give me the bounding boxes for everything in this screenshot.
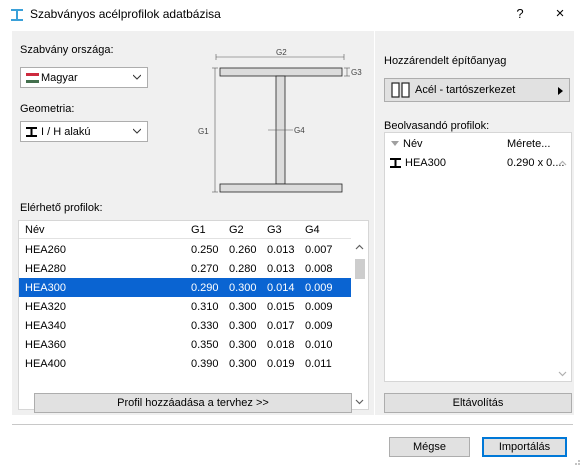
chevron-down-icon bbox=[133, 74, 141, 80]
menu-arrow-icon bbox=[558, 87, 563, 95]
scroll-up-icon[interactable] bbox=[558, 159, 567, 168]
scrollbar-thumb[interactable] bbox=[355, 259, 365, 279]
available-profiles-label: Elérhető profilok: bbox=[20, 202, 103, 214]
column-header-g2[interactable]: G2 bbox=[229, 224, 244, 236]
table-row[interactable]: HEA280 0.270 0.280 0.013 0.008 bbox=[19, 259, 351, 278]
table-row[interactable]: HEA260 0.250 0.260 0.013 0.007 bbox=[19, 240, 351, 259]
table-row[interactable]: HEA400 0.390 0.300 0.019 0.011 bbox=[19, 354, 351, 373]
cell-g3: 0.015 bbox=[267, 301, 295, 313]
column-header-g1[interactable]: G1 bbox=[191, 224, 206, 236]
steel-material-icon bbox=[391, 82, 410, 98]
title-bar: Szabványos acélprofilok adatbázisa ? × bbox=[0, 0, 583, 30]
cell-g1: 0.310 bbox=[191, 301, 219, 313]
diagram-label-g2: G2 bbox=[276, 48, 287, 57]
cancel-button[interactable]: Mégse bbox=[389, 437, 470, 457]
import-button[interactable]: Importálás bbox=[482, 437, 567, 457]
scroll-down-icon[interactable] bbox=[558, 369, 567, 378]
cell-name: HEA400 bbox=[25, 358, 66, 370]
cell-g4: 0.009 bbox=[305, 301, 333, 313]
i-beam-icon bbox=[390, 158, 401, 168]
cell-g1: 0.350 bbox=[191, 339, 219, 351]
i-beam-diagram: G2 G1 G3 G4 bbox=[198, 48, 362, 193]
cell-name: HEA320 bbox=[25, 301, 66, 313]
table-scrollbar[interactable] bbox=[351, 239, 368, 409]
cell-g3: 0.018 bbox=[267, 339, 295, 351]
table-row[interactable]: HEA340 0.330 0.300 0.017 0.009 bbox=[19, 316, 351, 335]
column-header-g3[interactable]: G3 bbox=[267, 224, 282, 236]
cell-g1: 0.270 bbox=[191, 263, 219, 275]
footer-divider bbox=[12, 424, 573, 425]
table-row[interactable]: HEA320 0.310 0.300 0.015 0.009 bbox=[19, 297, 351, 316]
standard-country-value: Magyar bbox=[41, 72, 78, 84]
material-value: Acél - tartószerkezet bbox=[415, 84, 516, 96]
cell-g1: 0.250 bbox=[191, 244, 219, 256]
load-column-name[interactable]: Név bbox=[403, 138, 423, 150]
scroll-down-icon[interactable] bbox=[355, 397, 364, 406]
resize-grip-icon[interactable] bbox=[571, 456, 581, 466]
cell-g1: 0.390 bbox=[191, 358, 219, 370]
geometry-select[interactable]: I / H alakú bbox=[20, 121, 148, 142]
cell-g2: 0.300 bbox=[229, 339, 257, 351]
diagram-label-g4: G4 bbox=[294, 126, 305, 135]
column-header-name[interactable]: Név bbox=[25, 224, 45, 236]
material-select-button[interactable]: Acél - tartószerkezet bbox=[384, 78, 570, 102]
profile-database-icon bbox=[11, 9, 23, 21]
i-beam-icon bbox=[26, 127, 37, 137]
cell-g2: 0.260 bbox=[229, 244, 257, 256]
standard-country-select[interactable]: Magyar bbox=[20, 67, 148, 88]
cell-g1: 0.330 bbox=[191, 320, 219, 332]
cell-g4: 0.010 bbox=[305, 339, 333, 351]
diagram-label-g1: G1 bbox=[198, 127, 209, 136]
cell-g4: 0.007 bbox=[305, 244, 333, 256]
hungarian-flag-icon bbox=[26, 73, 39, 83]
geometry-label: Geometria: bbox=[20, 103, 75, 115]
add-profile-button[interactable]: Profil hozzáadása a tervhez >> bbox=[34, 393, 352, 413]
help-button[interactable]: ? bbox=[510, 4, 530, 24]
cell-g4: 0.011 bbox=[305, 358, 332, 370]
cell-g3: 0.017 bbox=[267, 320, 295, 332]
scroll-up-icon[interactable] bbox=[355, 243, 364, 252]
cell-g2: 0.300 bbox=[229, 301, 257, 313]
geometry-value: I / H alakú bbox=[41, 126, 91, 138]
sort-down-icon bbox=[391, 141, 399, 146]
cell-name: HEA280 bbox=[25, 263, 66, 275]
remove-button[interactable]: Eltávolítás bbox=[384, 393, 572, 413]
cell-g4: 0.009 bbox=[305, 282, 333, 294]
cell-g2: 0.300 bbox=[229, 358, 257, 370]
cell-g3: 0.019 bbox=[267, 358, 295, 370]
load-profiles-label: Beolvasandó profilok: bbox=[384, 120, 490, 132]
standard-country-label: Szabvány országa: bbox=[20, 44, 114, 56]
cell-name: HEA340 bbox=[25, 320, 66, 332]
cell-g2: 0.300 bbox=[229, 282, 257, 294]
right-panel: Hozzárendelt építőanyag Acél - tartószer… bbox=[375, 31, 574, 415]
cell-g4: 0.009 bbox=[305, 320, 333, 332]
chevron-down-icon bbox=[133, 128, 141, 134]
assigned-material-label: Hozzárendelt építőanyag bbox=[384, 55, 507, 67]
cell-name: HEA260 bbox=[25, 244, 66, 256]
table-row-selected[interactable]: HEA300 0.290 0.300 0.014 0.009 bbox=[19, 278, 351, 297]
load-item-size: 0.290 x 0.... bbox=[507, 157, 565, 169]
available-profiles-table: Név G1 G2 G3 G4 HEA260 0.250 0.260 0.013… bbox=[18, 220, 369, 410]
cell-name: HEA360 bbox=[25, 339, 66, 351]
cell-name: HEA300 bbox=[25, 282, 66, 294]
load-item-name: HEA300 bbox=[405, 157, 446, 169]
close-button[interactable]: × bbox=[549, 4, 571, 24]
window-title: Szabványos acélprofilok adatbázisa bbox=[30, 7, 221, 21]
cell-g2: 0.280 bbox=[229, 263, 257, 275]
load-column-size[interactable]: Mérete... bbox=[507, 138, 550, 150]
left-panel: Szabvány országa: Magyar Geometria: I / … bbox=[12, 31, 374, 415]
load-profiles-list: Név Mérete... HEA300 0.290 x 0.... bbox=[384, 132, 572, 382]
cell-g1: 0.290 bbox=[191, 282, 219, 294]
cell-g2: 0.300 bbox=[229, 320, 257, 332]
table-row[interactable]: HEA360 0.350 0.300 0.018 0.010 bbox=[19, 335, 351, 354]
cell-g3: 0.013 bbox=[267, 263, 295, 275]
cell-g3: 0.014 bbox=[267, 282, 295, 294]
table-header: Név G1 G2 G3 G4 bbox=[19, 221, 351, 239]
cell-g4: 0.008 bbox=[305, 263, 333, 275]
diagram-label-g3: G3 bbox=[351, 68, 362, 77]
cell-g3: 0.013 bbox=[267, 244, 295, 256]
column-header-g4[interactable]: G4 bbox=[305, 224, 320, 236]
